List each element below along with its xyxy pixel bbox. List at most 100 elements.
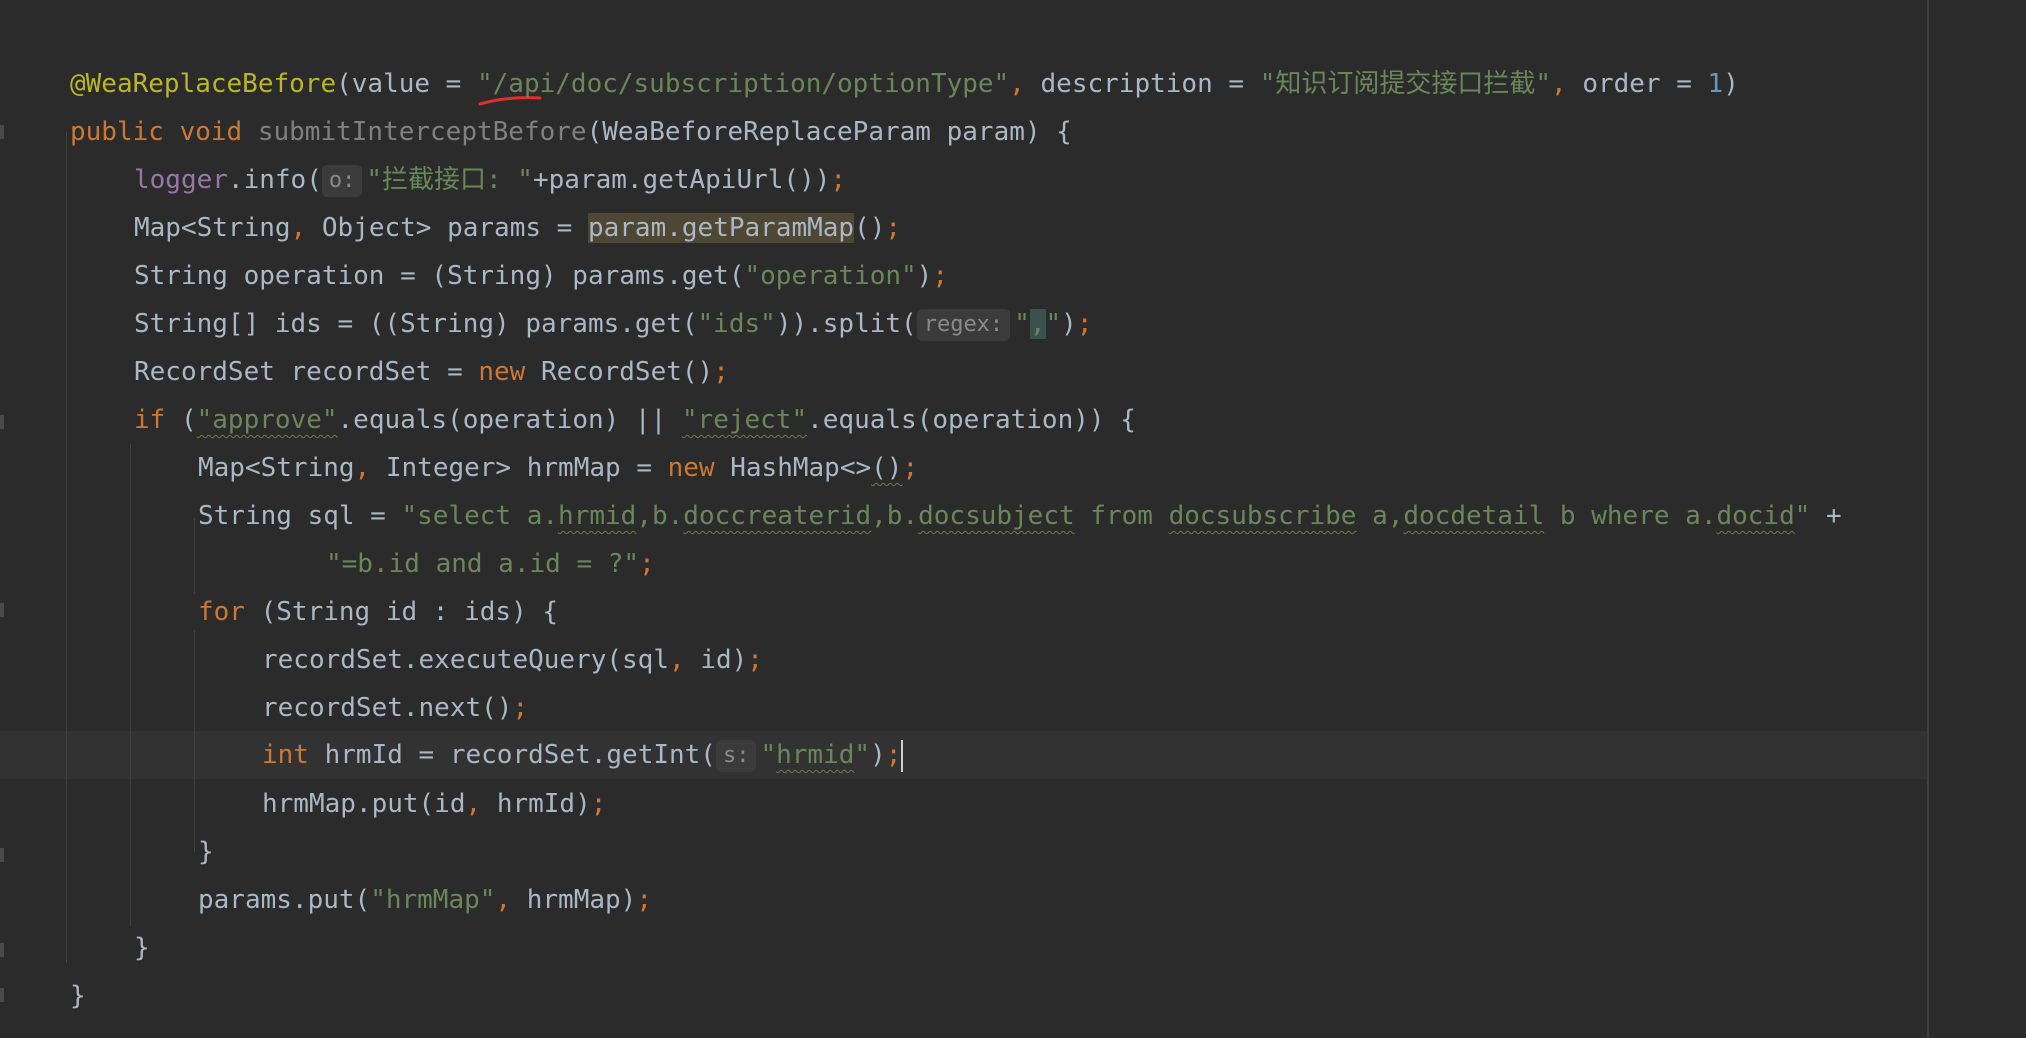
semicolon: ;	[512, 693, 529, 723]
code-token: +	[1810, 501, 1842, 531]
semicolon: ;	[636, 885, 652, 915]
indent-guide	[66, 132, 67, 963]
code-line-6[interactable]: String[] ids = ((String) params.get("ids…	[134, 300, 1092, 348]
code-token: .info(	[227, 165, 322, 195]
fold-marker[interactable]	[0, 943, 4, 957]
semicolon: ;	[1076, 309, 1093, 339]
code-line-17[interactable]: }	[198, 828, 214, 876]
comma: ,	[1009, 69, 1041, 99]
string-literal: from	[1074, 501, 1169, 531]
semicolon: ;	[885, 213, 902, 243]
code-token: )	[916, 261, 933, 291]
keyword: new	[478, 357, 541, 387]
string-literal: "operation"	[744, 261, 917, 291]
comma: ,	[669, 645, 701, 675]
code-line-2[interactable]: public void submitInterceptBefore(WeaBef…	[70, 108, 1072, 156]
code-token: .equals(operation)) {	[807, 405, 1136, 435]
comma: ,	[1551, 69, 1583, 99]
code-line-5[interactable]: String operation = (String) params.get("…	[134, 252, 948, 300]
code-line-20[interactable]: }	[70, 972, 86, 1020]
keyword: if	[134, 405, 181, 435]
code-token: String sql =	[198, 501, 402, 531]
highlighted-usage: param.getParamMap	[587, 213, 855, 243]
string-literal: b where a.	[1544, 501, 1717, 531]
code-token: RecordSet()	[541, 357, 714, 387]
code-line-9[interactable]: Map<String, Integer> hrmMap = new HashMa…	[198, 444, 918, 492]
code-line-15[interactable]: int hrmId = recordSet.getInt(s: "hrmid");	[262, 731, 904, 779]
string-literal: "拦截接口: "	[366, 165, 533, 195]
fold-marker[interactable]	[0, 415, 4, 429]
code-line-14[interactable]: recordSet.next();	[262, 684, 528, 732]
code-line-12[interactable]: for (String id : ids) {	[198, 588, 558, 636]
annotation-name: @WeaReplaceBefore	[70, 69, 337, 99]
code-token: recordSet.executeQuery(sql	[262, 645, 669, 675]
string-literal: a,	[1356, 501, 1404, 531]
string-literal: "	[1794, 501, 1811, 531]
parameter-hint: o:	[321, 164, 363, 197]
code-line-13[interactable]: recordSet.executeQuery(sql, id);	[262, 636, 763, 684]
code-line-18[interactable]: params.put("hrmMap", hrmMap);	[198, 876, 652, 924]
code-token: HashMap<>	[730, 453, 872, 483]
string-literal: "reject"	[681, 405, 808, 435]
text-caret	[901, 739, 904, 772]
code-line-19[interactable]: }	[134, 924, 150, 972]
semicolon: ;	[902, 453, 919, 483]
code-token: hrmMap)	[526, 885, 637, 915]
code-line-1[interactable]: @WeaReplaceBefore(value = "/api/doc/subs…	[70, 60, 1739, 108]
parameter-hint: regex:	[916, 308, 1011, 341]
code-token: String[] ids = ((String) params.get(	[134, 309, 698, 339]
string-literal: "approve"	[196, 405, 338, 435]
code-line-11[interactable]: "=b.id and a.id = ?";	[326, 540, 655, 588]
fold-marker[interactable]	[0, 988, 4, 1002]
code-token: order =	[1582, 69, 1708, 99]
semicolon: ;	[713, 357, 729, 387]
string-literal: "select a.	[401, 501, 559, 531]
code-line-4[interactable]: Map<String, Object> params = param.getPa…	[134, 204, 901, 252]
number-literal: 1	[1707, 69, 1724, 99]
semicolon: ;	[885, 740, 902, 770]
string-literal: "=b.id and a.id = ?"	[326, 549, 640, 579]
code-token: .equals(operation) ||	[337, 405, 682, 435]
code-token: (WeaBeforeReplaceParam param) {	[586, 117, 1072, 147]
code-token: ()	[871, 453, 903, 483]
code-line-16[interactable]: hrmMap.put(id, hrmId);	[262, 780, 606, 828]
string-literal: "	[1045, 309, 1062, 339]
code-token: +param.getApiUrl())	[532, 165, 831, 195]
string-literal: "ids"	[697, 309, 776, 339]
code-token: (	[180, 405, 197, 435]
code-line-7[interactable]: RecordSet recordSet = new RecordSet();	[134, 348, 729, 396]
code-token: ()	[854, 213, 886, 243]
field-name: logger	[134, 165, 228, 195]
code-line-8[interactable]: if ("approve".equals(operation) || "reje…	[134, 396, 1136, 444]
code-editor[interactable]: @WeaReplaceBefore(value = "/api/doc/subs…	[0, 0, 2026, 1038]
code-line-3[interactable]: logger.info(o: "拦截接口: "+param.getApiUrl()…	[134, 156, 846, 204]
semicolon: ;	[639, 549, 655, 579]
code-token: Integer> hrmMap =	[385, 453, 668, 483]
code-token: recordSet.next()	[262, 693, 513, 723]
string-literal: "	[760, 740, 777, 770]
string-literal: "hrmMap"	[370, 885, 496, 915]
method-name: submitInterceptBefore	[257, 117, 587, 147]
code-token: hrmMap.put(id	[262, 789, 466, 819]
keyword: for	[198, 597, 261, 627]
fold-marker[interactable]	[0, 848, 4, 862]
comma: ,	[354, 453, 386, 483]
code-token: params.put(	[198, 885, 371, 915]
code-token: Map<String	[134, 213, 291, 243]
comma: ,	[465, 789, 497, 819]
fold-marker[interactable]	[0, 125, 4, 139]
code-line-10[interactable]: String sql = "select a.hrmid,b.doccreate…	[198, 492, 1842, 540]
string-literal: "/api/doc/subscription/optionType"	[477, 69, 1010, 99]
code-token: Object> params =	[321, 213, 588, 243]
semicolon: ;	[830, 165, 847, 195]
code-token: hrmId)	[496, 789, 591, 819]
string-literal: ,b.	[871, 501, 919, 531]
code-token: )).split(	[775, 309, 917, 339]
closing-brace: }	[198, 837, 214, 867]
sql-identifier: hrmid	[558, 501, 637, 531]
fold-marker[interactable]	[0, 603, 4, 617]
code-token: hrmId = recordSet.getInt(	[324, 740, 716, 770]
comma: ,	[290, 213, 322, 243]
keyword: new	[667, 453, 731, 483]
code-token: Map<String	[198, 453, 355, 483]
